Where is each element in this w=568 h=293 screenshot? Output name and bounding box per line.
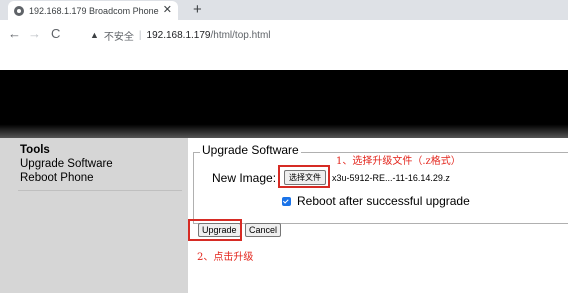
browser-toolbar: ← → C ▲ 不安全 | 192.168.1.179 /html/top.ht… [0,20,568,50]
annotation-step-2: 2、点击升级 [197,252,254,263]
address-bar[interactable]: ▲ 不安全 | 192.168.1.179 /html/top.html [90,24,560,46]
divider: | [138,29,142,41]
fieldset-legend: Upgrade Software [200,143,301,157]
reload-icon[interactable]: C [51,26,60,42]
divider [18,190,182,191]
reboot-option[interactable]: Reboot after successful upgrade [282,194,470,208]
annotation-step-1: 1、选择升级文件（.z格式） [336,156,461,167]
selected-file-name: x3u-5912-RE...-11-16.14.29.z [332,173,450,183]
security-status[interactable]: 不安全 [104,28,134,43]
sidebar-title: Tools [20,144,50,156]
reboot-checkbox[interactable] [282,196,291,206]
highlight-box [188,219,242,241]
url-host[interactable]: 192.168.1.179 [147,30,211,41]
close-icon[interactable]: ✕ [163,5,172,16]
new-tab-button[interactable]: + [193,1,202,19]
browser-tab[interactable]: 192.168.1.179 Broadcom Phone ✕ [8,1,178,20]
reboot-label[interactable]: Reboot after successful upgrade [297,194,470,208]
sidebar: Tools Upgrade Software Reboot Phone [0,138,188,293]
sidebar-item-upgrade-software[interactable]: Upgrade Software [20,158,113,170]
highlight-box [278,165,330,188]
main-content: Upgrade Software 1、选择升级文件（.z格式） New Imag… [188,138,568,293]
tab-bar: 192.168.1.179 Broadcom Phone ✕ + [0,0,568,20]
globe-icon [14,5,24,16]
sidebar-item-reboot-phone[interactable]: Reboot Phone [20,172,94,184]
new-image-label: New Image: [212,171,277,185]
header-banner [0,70,568,138]
url-path[interactable]: /html/top.html [210,30,270,41]
cancel-button[interactable]: Cancel [245,223,282,237]
warning-icon[interactable]: ▲ [90,30,99,40]
forward-arrow-icon[interactable]: → [28,26,41,42]
tab-title: 192.168.1.179 Broadcom Phone [29,5,159,16]
back-arrow-icon[interactable]: ← [8,26,21,42]
